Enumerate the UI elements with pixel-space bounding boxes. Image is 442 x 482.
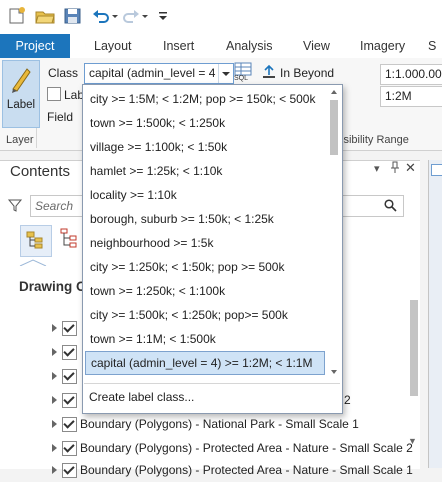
dropdown-scroll-thumb[interactable] — [330, 100, 338, 155]
dropdown-item[interactable]: city >= 1:250k; < 1:50k; pop >= 500k — [85, 255, 325, 279]
in-beyond-button[interactable]: In Beyond — [261, 64, 341, 82]
pin-icon[interactable] — [390, 161, 400, 176]
layer-visibility-checkbox[interactable] — [62, 321, 77, 336]
open-folder-icon[interactable] — [34, 6, 56, 26]
tab-view[interactable]: View — [303, 34, 330, 58]
tab-share-partial[interactable]: S — [428, 34, 436, 58]
layer-name: Boundary (Polygons) - Protected Area - N… — [80, 463, 413, 477]
dropdown-scrollbar[interactable] — [328, 86, 340, 378]
dropdown-item[interactable]: neighbourhood >= 1:5k — [85, 231, 325, 255]
scroll-down-arrow-icon[interactable]: ▼ — [408, 436, 417, 446]
max-scale-input[interactable]: 1:1.000.001 — [380, 64, 442, 85]
dropdown-item[interactable]: locality >= 1:10k — [85, 183, 325, 207]
table-icon — [234, 62, 252, 76]
layer-group-label: Layer — [6, 134, 34, 146]
layer-name-partial: 2 — [344, 393, 351, 407]
search-placeholder: Search — [35, 199, 74, 213]
expand-arrow-icon[interactable] — [52, 372, 57, 380]
expand-arrow-icon[interactable] — [52, 348, 57, 356]
layer-visibility-checkbox[interactable] — [62, 417, 77, 432]
map-tab-icon[interactable] — [431, 164, 442, 176]
expand-arrow-icon[interactable] — [52, 396, 57, 404]
dropdown-item[interactable]: town >= 1:1M; < 1:500k — [85, 327, 325, 351]
chevron-down-icon[interactable] — [218, 64, 233, 83]
dropdown-item[interactable]: town >= 1:250k; < 1:100k — [85, 279, 325, 303]
new-project-icon[interactable] — [6, 6, 28, 26]
redo-dropdown-icon[interactable] — [140, 6, 150, 26]
tab-analysis[interactable]: Analysis — [226, 34, 273, 58]
search-icon — [384, 199, 397, 212]
dropdown-item[interactable]: city >= 1:5M; < 1:2M; pop >= 150k; < 500… — [85, 87, 325, 111]
filter-icon[interactable] — [7, 197, 23, 213]
scroll-up-arrow-icon[interactable] — [330, 88, 338, 96]
quick-access-toolbar — [0, 0, 442, 34]
close-icon[interactable]: ✕ — [405, 160, 416, 176]
list-by-drawing-order-button[interactable] — [20, 225, 52, 257]
contents-scrollbar[interactable] — [410, 300, 418, 396]
undo-icon[interactable] — [90, 6, 112, 26]
dropdown-item[interactable]: village >= 1:100k; < 1:50k — [85, 135, 325, 159]
layer-name: Boundary (Polygons) - Protected Area - N… — [80, 441, 413, 455]
expand-arrow-icon[interactable] — [52, 324, 57, 332]
sql-button[interactable]: SQL — [233, 62, 253, 84]
layer-name: Boundary (Polygons) - National Park - Sm… — [80, 417, 359, 431]
in-beyond-label: In Beyond — [280, 66, 335, 80]
dropdown-item[interactable]: town >= 1:500k; < 1:250k — [85, 111, 325, 135]
undo-dropdown-icon[interactable] — [110, 6, 120, 26]
label-button-text: Label — [6, 99, 36, 111]
class-dropdown-list: city >= 1:5M; < 1:2M; pop >= 150k; < 500… — [82, 84, 343, 414]
layer-visibility-checkbox[interactable] — [62, 345, 77, 360]
ribbon-tab-bar: Project Layout Insert Analysis View Imag… — [0, 34, 442, 58]
class-combobox-value: capital (admin_level = 4 — [89, 66, 216, 80]
dropdown-item-selected[interactable]: capital (admin_level = 4) >= 1:2M; < 1:1… — [85, 351, 325, 375]
redo-icon[interactable] — [120, 6, 142, 26]
layer-visibility-checkbox[interactable] — [62, 463, 77, 478]
pane-options-chevron-icon[interactable]: ▾ — [374, 162, 380, 175]
dropdown-separator — [84, 383, 340, 384]
dropdown-item[interactable]: hamlet >= 1:25k; < 1:10k — [85, 159, 325, 183]
min-scale-input[interactable]: 1:2M — [380, 86, 442, 107]
customize-toolbar-icon[interactable] — [156, 6, 170, 26]
contents-title: Contents — [10, 163, 71, 180]
save-icon[interactable] — [62, 6, 84, 26]
max-scale-value: 1:1.000.001 — [385, 67, 442, 81]
visibility-range-group-label: isibility Range — [341, 134, 409, 146]
expand-arrow-icon[interactable] — [52, 420, 57, 428]
expand-arrow-icon[interactable] — [52, 444, 57, 452]
tab-project[interactable]: Project — [0, 34, 70, 58]
sql-label: SQL — [234, 75, 249, 82]
label-button[interactable]: Label — [2, 60, 40, 128]
min-scale-value: 1:2M — [385, 89, 412, 103]
ribbon-divider — [36, 128, 37, 148]
dropdown-item[interactable]: borough, suburb >= 1:50k; < 1:25k — [85, 207, 325, 231]
class-combobox[interactable]: capital (admin_level = 4 — [84, 63, 234, 84]
label-icon — [12, 68, 31, 93]
layer-visibility-checkbox[interactable] — [62, 441, 77, 456]
map-view-strip — [428, 160, 442, 468]
layer-visibility-checkbox[interactable] — [62, 393, 77, 408]
layer-visibility-checkbox[interactable] — [62, 369, 77, 384]
dropdown-item[interactable]: city >= 1:500k; < 1:250k; pop>= 500k — [85, 303, 325, 327]
drawing-order-heading: Drawing O — [19, 279, 87, 294]
tab-imagery[interactable]: Imagery — [360, 34, 405, 58]
class-label: Class — [48, 66, 79, 80]
tab-layout[interactable]: Layout — [94, 34, 132, 58]
drawing-order-icon — [26, 231, 43, 249]
expand-arrow-icon[interactable] — [52, 466, 57, 474]
scroll-down-arrow-icon[interactable] — [330, 368, 338, 376]
label-checkbox[interactable] — [47, 87, 61, 101]
list-by-data-source-button[interactable] — [58, 227, 82, 251]
tab-insert[interactable]: Insert — [163, 34, 194, 58]
view-selector-caret — [18, 255, 48, 267]
zoom-range-icon — [263, 64, 275, 78]
create-label-class-item[interactable]: Create label class... — [89, 390, 194, 404]
data-source-icon — [60, 228, 77, 248]
field-label: Field — [47, 110, 74, 124]
